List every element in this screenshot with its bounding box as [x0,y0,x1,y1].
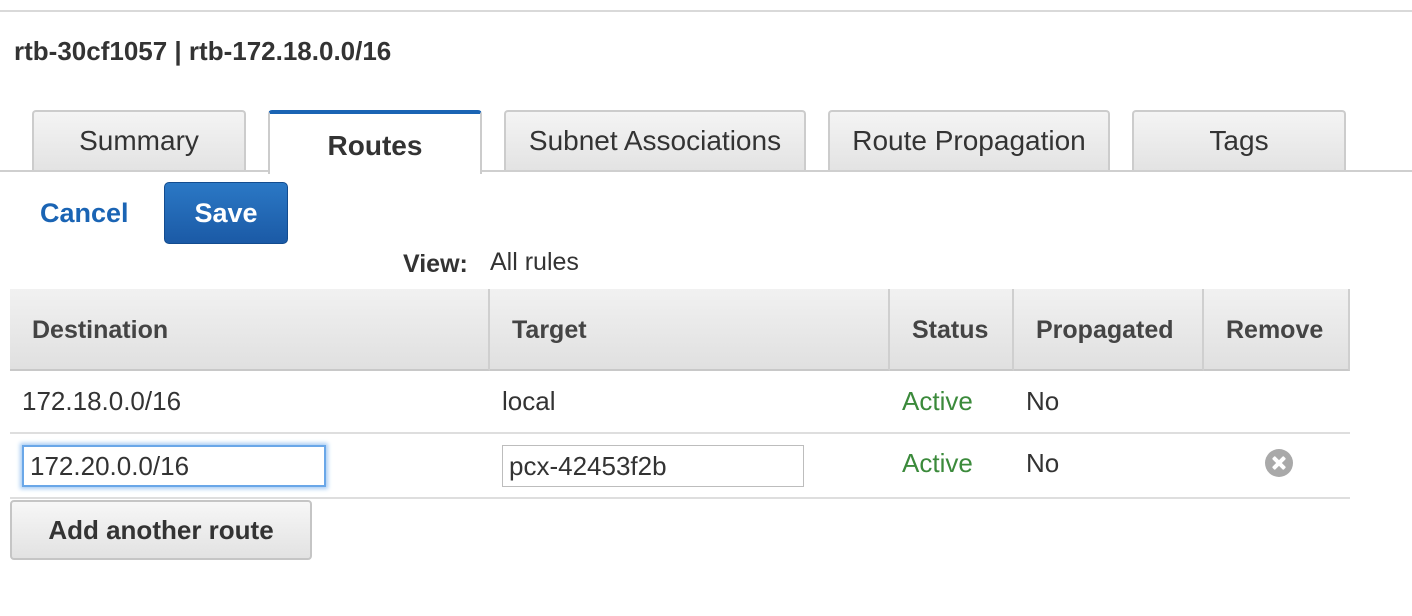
route-propagated: No [1026,448,1060,478]
route-target: local [502,386,556,416]
view-filter-select[interactable]: All rules [490,248,579,277]
save-button[interactable]: Save [164,182,288,244]
target-input[interactable] [502,445,804,487]
tab-summary[interactable]: Summary [32,110,246,170]
route-destination: 172.18.0.0/16 [22,386,182,416]
column-header-remove: Remove [1204,289,1350,371]
add-another-route-button[interactable]: Add another route [10,500,312,560]
row-divider [10,497,1350,499]
route-status: Active [902,386,973,416]
tab-subnet-associations[interactable]: Subnet Associations [504,110,806,170]
view-label: View: [403,250,468,278]
tab-routes[interactable]: Routes [268,110,482,174]
tab-route-propagation[interactable]: Route Propagation [828,110,1110,170]
column-header-propagated[interactable]: Propagated [1014,289,1204,371]
tabs-baseline [0,170,1412,172]
cancel-button[interactable]: Cancel [40,198,129,229]
tab-tags[interactable]: Tags [1132,110,1346,170]
row-divider [10,432,1350,434]
column-header-status[interactable]: Status [890,289,1014,371]
top-divider [0,10,1412,12]
column-header-destination[interactable]: Destination [10,289,490,371]
remove-circle-x-icon[interactable] [1265,449,1293,477]
column-header-target[interactable]: Target [490,289,890,371]
route-status: Active [902,448,973,478]
page-title: rtb-30cf1057 | rtb-172.18.0.0/16 [14,36,392,66]
destination-input[interactable] [22,445,326,487]
route-propagated: No [1026,386,1060,416]
